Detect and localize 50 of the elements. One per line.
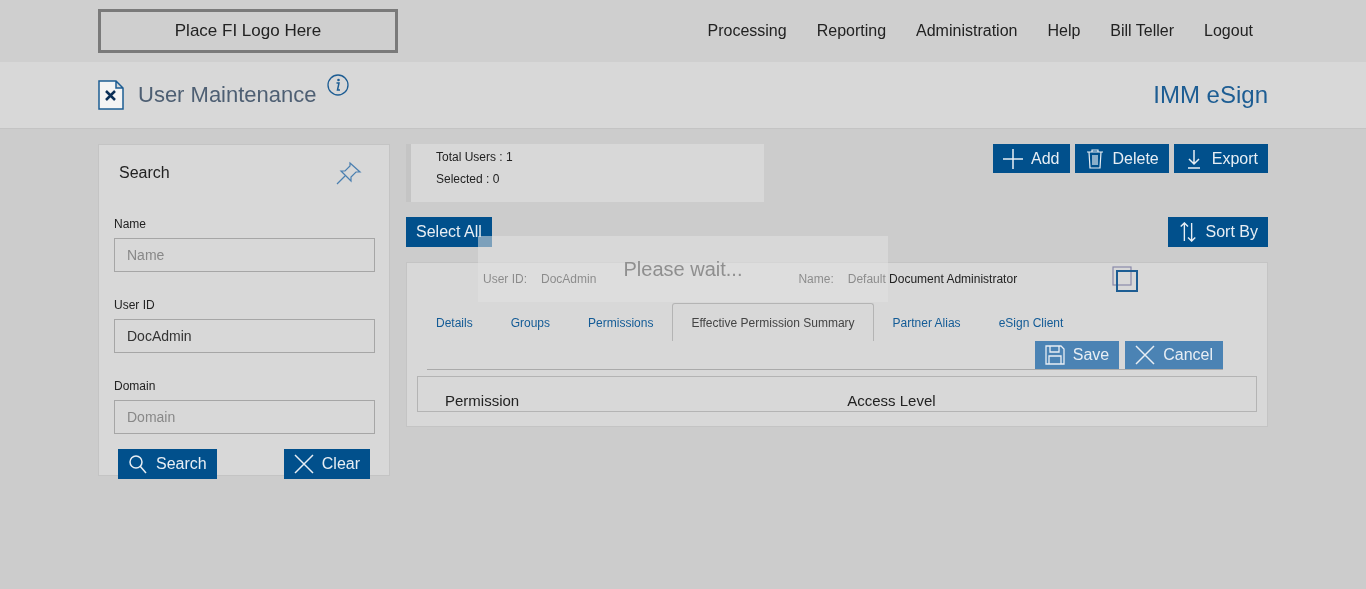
field-label: Name bbox=[114, 217, 147, 231]
save-button[interactable]: Save bbox=[1034, 341, 1120, 369]
user-name-value: Default Document Administrator bbox=[847, 272, 1018, 286]
nav-link[interactable]: Logout bbox=[1204, 22, 1253, 40]
copy-icon[interactable] bbox=[1111, 265, 1140, 293]
tab[interactable]: Details bbox=[417, 303, 492, 341]
field-label: Name: bbox=[798, 272, 834, 286]
tab[interactable]: Permissions bbox=[569, 303, 673, 341]
search-icon bbox=[128, 454, 148, 474]
tab[interactable]: Partner Alias bbox=[873, 303, 980, 341]
field-label: User ID: bbox=[483, 272, 527, 286]
summary-text: Selected : 0 bbox=[436, 172, 501, 186]
tab[interactable]: eSign Client bbox=[979, 303, 1083, 341]
close-icon bbox=[293, 454, 314, 474]
cancel-button[interactable]: Cancel bbox=[1125, 341, 1223, 369]
delete-button[interactable]: Delete bbox=[1074, 144, 1169, 173]
search-button[interactable]: Search bbox=[118, 449, 217, 479]
nav-link[interactable]: Help bbox=[1047, 22, 1081, 40]
document-tools-icon bbox=[98, 80, 124, 110]
column-header: Access Level bbox=[847, 392, 936, 409]
select-all-button[interactable]: Select All bbox=[406, 217, 492, 247]
input-field[interactable]: DocAdmin bbox=[114, 319, 375, 353]
trash-icon bbox=[1084, 148, 1105, 169]
input-field[interactable]: Name bbox=[114, 238, 375, 272]
logo-text: Place FI Logo Here bbox=[174, 21, 322, 41]
input-field[interactable]: Domain bbox=[114, 400, 375, 434]
summary-text: Total Users : 1 bbox=[436, 150, 514, 164]
tab[interactable]: Groups bbox=[491, 303, 570, 341]
loading-text: Please wait... bbox=[623, 258, 743, 282]
add-button[interactable]: Add bbox=[993, 144, 1070, 173]
plus-icon bbox=[1003, 148, 1024, 169]
nav-link[interactable]: Reporting bbox=[816, 22, 887, 40]
column-header: Permission bbox=[445, 392, 520, 409]
sort-button[interactable]: Sort By bbox=[1167, 217, 1268, 247]
nav-link[interactable]: Processing bbox=[707, 22, 787, 40]
page-title: User Maintenance bbox=[138, 82, 317, 108]
field-label: User ID bbox=[114, 298, 156, 312]
panel-title: Search bbox=[119, 164, 170, 182]
tab[interactable]: Effective Permission Summary bbox=[672, 303, 874, 341]
close-icon bbox=[1135, 345, 1156, 365]
export-button[interactable]: Export bbox=[1173, 144, 1268, 173]
nav-link[interactable]: Bill Teller bbox=[1110, 22, 1175, 40]
user-id-value: DocAdmin bbox=[541, 272, 597, 286]
app-name: IMM eSign bbox=[1153, 81, 1268, 109]
field-label: Domain bbox=[114, 379, 157, 393]
floppy-icon bbox=[1044, 345, 1065, 365]
nav-link[interactable]: Administration bbox=[916, 22, 1018, 40]
info-icon[interactable] bbox=[326, 74, 349, 96]
pin-icon[interactable] bbox=[336, 161, 362, 185]
clear-button[interactable]: Clear bbox=[283, 449, 370, 479]
